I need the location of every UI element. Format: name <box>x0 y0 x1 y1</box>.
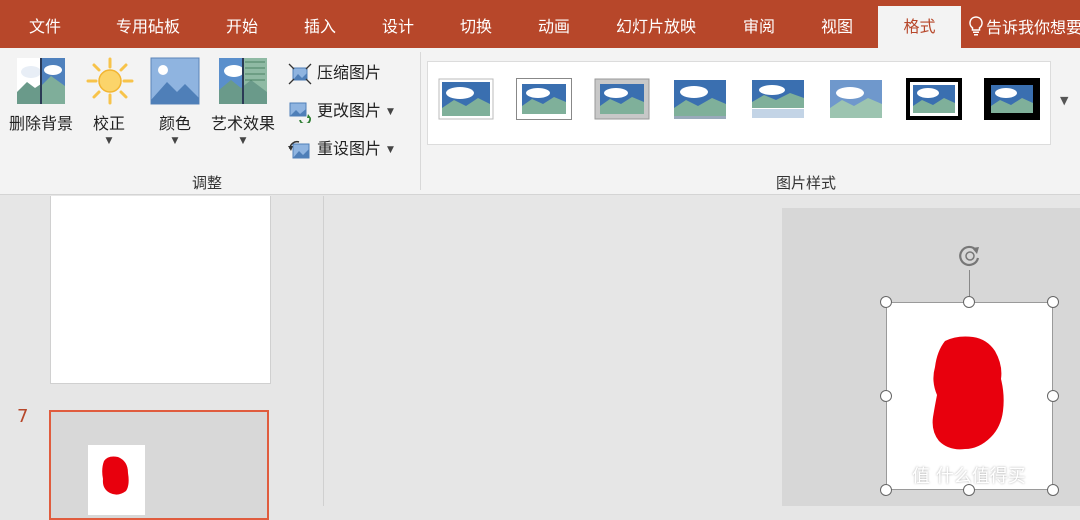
tab-insert[interactable]: 插入 <box>299 0 341 48</box>
chevron-down-icon[interactable]: ▼ <box>84 136 134 146</box>
reset-picture-icon <box>288 139 312 161</box>
tell-me-box[interactable]: 告诉我你想要 <box>968 0 1080 48</box>
tab-view[interactable]: 视图 <box>816 0 858 48</box>
tab-file[interactable]: 文件 <box>25 0 65 48</box>
picture-style-4[interactable] <box>672 78 728 120</box>
ribbon-panel: 删除背景 校正 ▼ 颜色 ▼ 艺术效果 ▼ 压缩图片 更改图片 ▼ 重设图片 ▼… <box>0 48 1080 195</box>
change-picture-button[interactable]: 更改图片 ▼ <box>288 97 394 125</box>
slide-thumbnail-7[interactable] <box>49 410 269 520</box>
tab-home[interactable]: 开始 <box>221 0 263 48</box>
reset-picture-button[interactable]: 重设图片 ▼ <box>288 135 394 163</box>
remove-background-icon <box>15 56 67 106</box>
resize-handle-top-right[interactable] <box>1047 296 1059 308</box>
chevron-down-icon[interactable]: ▼ <box>387 145 394 155</box>
adjust-group-label: 调整 <box>192 174 223 192</box>
slide-thumbnail-6[interactable] <box>50 196 271 384</box>
resize-handle-bottom-left[interactable] <box>880 484 892 496</box>
slide-thumbnail-pane: 7 <box>0 196 324 520</box>
tab-format[interactable]: 格式 <box>878 6 961 48</box>
color-label: 颜色 <box>158 114 191 133</box>
picture-style-6[interactable] <box>828 78 884 120</box>
remove-background-button[interactable]: 删除背景 <box>6 56 76 134</box>
picture-styles-gallery <box>427 61 1051 145</box>
ribbon-tab-bar: 文件 专用砧板 开始 插入 设计 切换 动画 幻灯片放映 审阅 视图 格式 告诉… <box>0 0 1080 48</box>
tab-slideshow[interactable]: 幻灯片放映 <box>611 0 701 48</box>
compress-icon <box>288 63 312 85</box>
tab-review[interactable]: 审阅 <box>738 0 780 48</box>
thumbnail-picture <box>88 445 145 515</box>
color-button[interactable]: 颜色 ▼ <box>148 56 202 146</box>
resize-handle-right[interactable] <box>1047 390 1059 402</box>
resize-handle-bottom-right[interactable] <box>1047 484 1059 496</box>
chevron-down-icon[interactable]: ▼ <box>148 136 202 146</box>
lightbulb-icon <box>969 16 983 36</box>
tab-design[interactable]: 设计 <box>377 0 419 48</box>
tab-animations[interactable]: 动画 <box>533 0 575 48</box>
artistic-effects-label: 艺术效果 <box>210 114 275 133</box>
picture-style-5[interactable] <box>750 78 806 120</box>
resize-handle-top[interactable] <box>963 296 975 308</box>
compress-label: 压缩图片 <box>317 63 382 82</box>
rotate-handle-icon[interactable] <box>956 242 984 270</box>
chevron-down-icon[interactable]: ▼ <box>206 136 280 146</box>
picture-style-2[interactable] <box>516 78 572 120</box>
resize-handle-left[interactable] <box>880 390 892 402</box>
tab-transitions[interactable]: 切换 <box>455 0 497 48</box>
corrections-button[interactable]: 校正 ▼ <box>84 56 134 146</box>
tell-me-text: 告诉我你想要 <box>986 18 1080 37</box>
compress-pictures-button[interactable]: 压缩图片 <box>288 59 381 87</box>
picture-style-7[interactable] <box>906 78 962 120</box>
group-separator <box>420 52 421 190</box>
picture-style-3[interactable] <box>594 78 650 120</box>
selected-picture[interactable] <box>886 302 1053 490</box>
tab-custom[interactable]: 专用砧板 <box>107 0 189 48</box>
change-picture-label: 更改图片 <box>317 101 382 120</box>
artistic-effects-icon <box>217 56 269 106</box>
sun-icon <box>84 56 136 106</box>
picture-color-icon <box>149 56 201 106</box>
slide-number: 7 <box>17 406 29 427</box>
picture-style-8[interactable] <box>984 78 1040 120</box>
change-picture-icon <box>288 101 312 125</box>
picture-style-1[interactable] <box>438 78 494 120</box>
reset-picture-label: 重设图片 <box>317 139 382 158</box>
gallery-more-icon[interactable]: ▼ <box>1060 94 1068 107</box>
resize-handle-bottom[interactable] <box>963 484 975 496</box>
corrections-label: 校正 <box>92 114 125 133</box>
resize-handle-top-left[interactable] <box>880 296 892 308</box>
artistic-effects-button[interactable]: 艺术效果 ▼ <box>206 56 280 146</box>
remove-background-label: 删除背景 <box>8 114 73 133</box>
red-shape <box>932 336 1004 450</box>
styles-group-label: 图片样式 <box>776 174 837 192</box>
chevron-down-icon[interactable]: ▼ <box>387 107 394 117</box>
